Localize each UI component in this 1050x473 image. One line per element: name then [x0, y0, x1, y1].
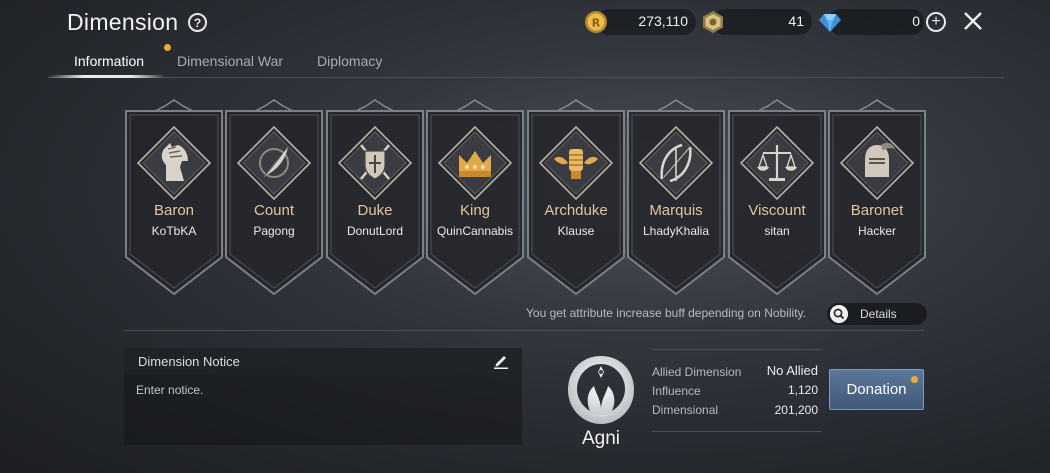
horse-head-icon [136, 125, 212, 201]
page-title: Dimension [67, 9, 179, 35]
nobility-rank: King [459, 202, 491, 219]
nobility-player-name: KoTbKA [151, 224, 197, 238]
nobility-rank: Baronet [850, 202, 904, 219]
nobility-player-name: QuinCannabis [436, 224, 514, 238]
dimension-stats: Allied Dimension No Allied Influence 1,1… [652, 349, 822, 432]
notice-input[interactable]: Enter notice. [136, 383, 203, 397]
dimension-notice-panel: Dimension Notice Enter notice. [124, 348, 522, 445]
stat-label-allied: Allied Dimension [652, 365, 742, 379]
notice-header: Dimension Notice [124, 348, 522, 374]
crown-icon [437, 125, 513, 201]
active-tab-indicator [48, 75, 166, 78]
nobility-buff-info: You get attribute increase buff dependin… [526, 306, 806, 320]
nobility-rank: Duke [357, 202, 393, 219]
dimension-name: Agni [581, 428, 621, 449]
bow-icon [638, 125, 714, 201]
tab-bar: Information Dimensional War Diplomacy [48, 48, 1004, 78]
nobility-banner-marquis[interactable]: Marquis LhadyKhalia [627, 97, 725, 297]
notification-dot [911, 376, 918, 383]
tab-diplomacy[interactable]: Diplomacy [317, 53, 382, 69]
stat-value-dimensional: 201,200 [774, 403, 818, 417]
nobility-banner-viscount[interactable]: Viscount sitan [728, 97, 826, 297]
section-divider [124, 330, 924, 331]
token-amount: 41 [788, 13, 804, 29]
stat-label-influence: Influence [652, 384, 701, 398]
nobility-player-name: LhadyKhalia [642, 224, 710, 238]
donation-button[interactable]: Donation [829, 369, 924, 410]
nobility-player-name: Klause [557, 224, 595, 238]
close-icon[interactable] [963, 11, 983, 31]
knight-helmet-icon [839, 125, 915, 201]
gold-coin-icon: R [585, 11, 607, 33]
quill-icon [236, 125, 312, 201]
scales-icon [739, 125, 815, 201]
diamond-amount: 0 [912, 13, 920, 29]
tab-dimensional-war[interactable]: Dimensional War [177, 53, 283, 69]
question-circle-icon[interactable]: ? [188, 13, 207, 32]
nobility-rank: Viscount [748, 202, 806, 219]
nobility-banner-duke[interactable]: Duke DonutLord [326, 97, 424, 297]
notification-dot [164, 44, 171, 51]
nobility-player-name: Pagong [253, 224, 295, 238]
honor-token-icon [703, 11, 723, 33]
search-icon [830, 305, 848, 323]
details-button[interactable]: Details [827, 303, 927, 325]
nobility-player-name: DonutLord [346, 224, 404, 238]
fist-wings-icon [538, 125, 614, 201]
tab-information[interactable]: Information [74, 53, 144, 69]
notice-title: Dimension Notice [138, 354, 240, 369]
pencil-edit-icon[interactable] [493, 353, 509, 369]
nobility-banner-baron[interactable]: Baron KoTbKA [125, 97, 223, 297]
nobility-rank: Baron [153, 202, 195, 219]
shield-swords-icon [337, 125, 413, 201]
nobility-rank: Count [253, 202, 295, 219]
nobility-player-name: Hacker [857, 224, 896, 238]
top-bar: Dimension ? R 273,110 41 0 + [0, 0, 1050, 46]
phoenix-crest-icon [568, 356, 634, 424]
stat-value-allied: No Allied [766, 363, 818, 378]
add-diamond-plus-icon[interactable]: + [926, 12, 946, 32]
nobility-banner-count[interactable]: Count Pagong [225, 97, 323, 297]
gold-amount: 273,110 [638, 13, 688, 29]
nobility-player-name: sitan [764, 224, 790, 238]
nobility-banner-archduke[interactable]: Archduke Klause [527, 97, 625, 297]
diamond-icon [819, 14, 841, 32]
nobility-banner-king[interactable]: King QuinCannabis [426, 97, 524, 297]
nobility-rank: Marquis [649, 202, 703, 219]
nobility-rank: Archduke [544, 202, 608, 219]
svg-text:R: R [592, 17, 601, 30]
details-label: Details [860, 307, 897, 321]
stat-label-dimensional: Dimensional [652, 403, 719, 417]
stat-value-influence: 1,120 [787, 383, 818, 397]
nobility-banner-baronet[interactable]: Baronet Hacker [828, 97, 926, 297]
